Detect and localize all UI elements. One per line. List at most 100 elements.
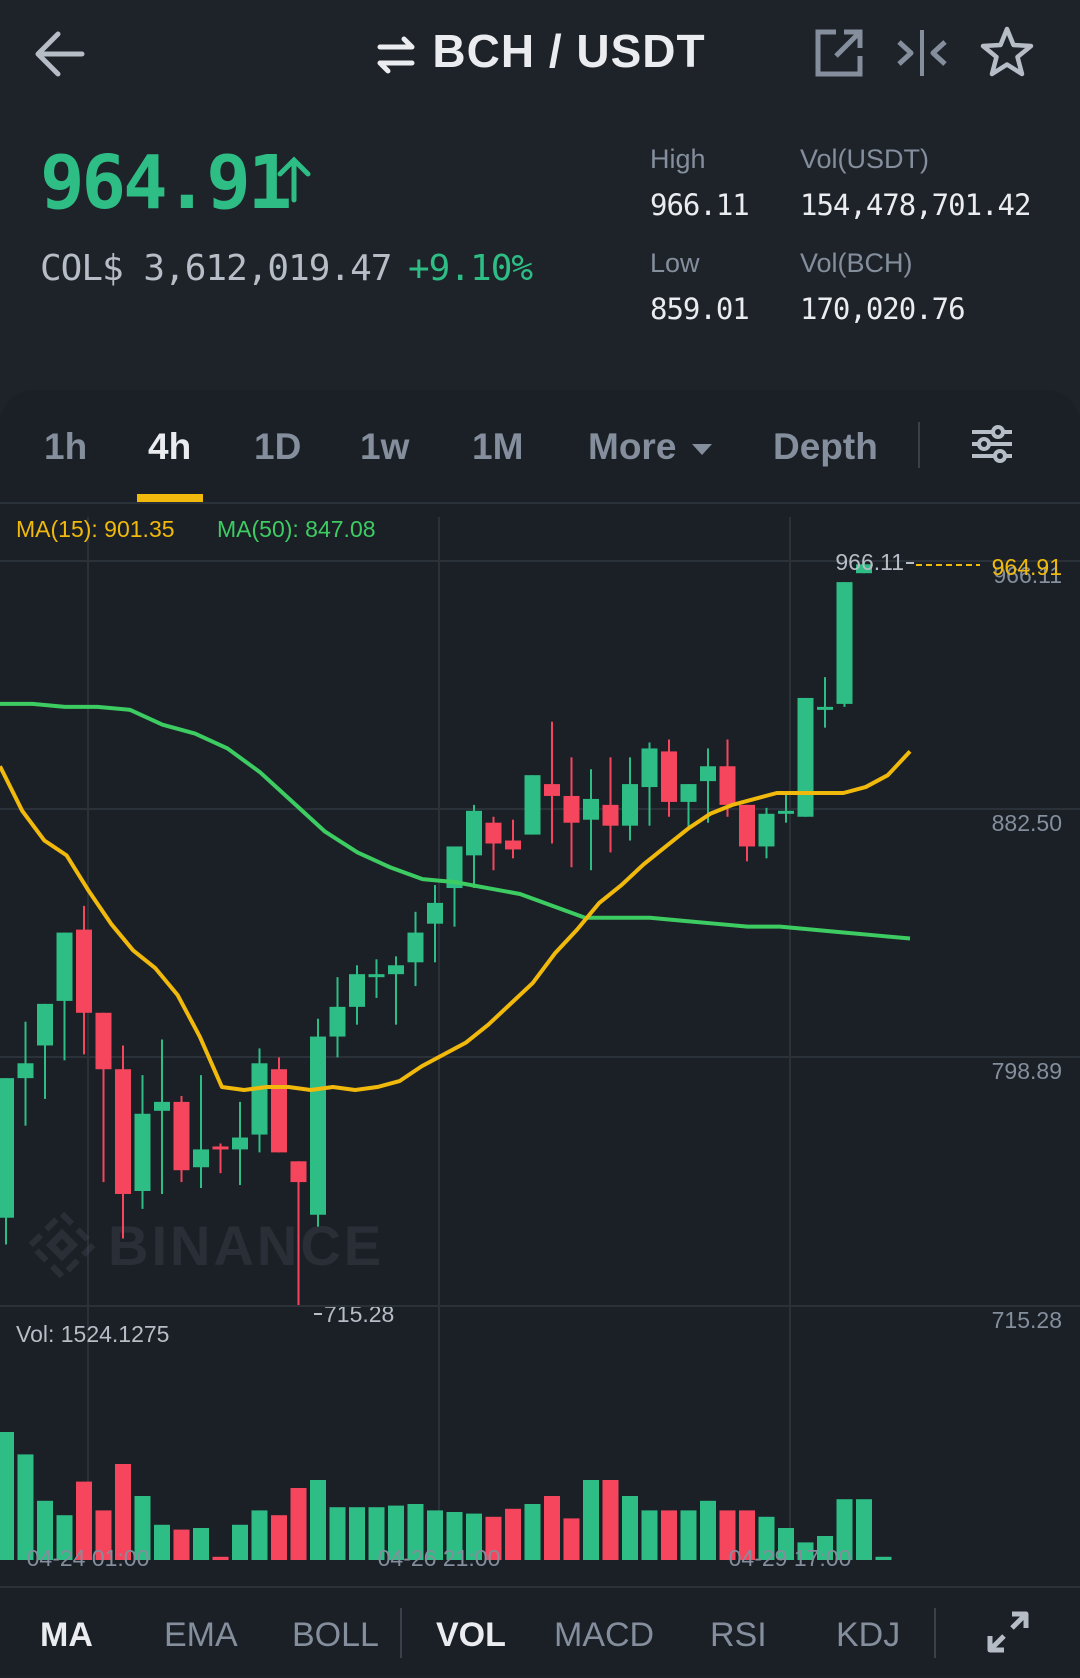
- volume-bar: [173, 1529, 190, 1560]
- volume-bar: [251, 1510, 268, 1560]
- indicator-divider: [400, 1608, 402, 1658]
- candle: [95, 1012, 112, 1183]
- price-tick: 715.28: [992, 1307, 1062, 1333]
- low-label: Low: [650, 248, 700, 278]
- candle: [134, 1075, 151, 1209]
- up-arrow-icon: [277, 156, 311, 203]
- last-price: 964.91: [40, 140, 292, 226]
- candle: [641, 742, 658, 826]
- star-icon[interactable]: [978, 24, 1036, 82]
- volume-bar: [290, 1488, 307, 1560]
- tab-more[interactable]: More: [588, 426, 713, 468]
- time-label: 04-29 17:00: [729, 1545, 852, 1571]
- candle: [563, 757, 580, 868]
- tab-1m[interactable]: 1M: [472, 426, 523, 468]
- volume-bar: [0, 1432, 14, 1560]
- more-label: More: [588, 426, 677, 467]
- indicator-bar: MA EMA BOLL VOL MACD RSI KDJ: [0, 1586, 1080, 1678]
- pair-title: BCH / USDT: [432, 25, 706, 77]
- price-tick: 798.89: [992, 1058, 1062, 1084]
- tabs-divider: [918, 422, 920, 468]
- volume-bar: [544, 1496, 560, 1560]
- candle: [661, 739, 677, 817]
- low-marker-label: 715.28: [324, 1301, 394, 1327]
- candle: [836, 582, 853, 707]
- caret-down-icon: [691, 444, 712, 456]
- change-percent: +9.10%: [408, 248, 533, 289]
- tab-1h[interactable]: 1h: [44, 426, 87, 468]
- candle: [622, 757, 638, 841]
- price-tick: 882.50: [992, 810, 1062, 836]
- candle: [232, 1101, 248, 1186]
- last-price-marker: 964.91: [992, 554, 1062, 580]
- indicator-kdj[interactable]: KDJ: [836, 1616, 900, 1655]
- volume-legend: Vol: 1524.1275: [16, 1321, 169, 1347]
- candle: [271, 1057, 287, 1153]
- fullscreen-icon[interactable]: [984, 1608, 1032, 1656]
- candle: [466, 804, 482, 889]
- indicator-macd[interactable]: MACD: [554, 1616, 654, 1655]
- candle: [115, 1045, 131, 1239]
- candle: [349, 965, 365, 1025]
- candle: [446, 846, 463, 927]
- candle: [505, 819, 521, 859]
- candle: [329, 977, 346, 1058]
- high-value: 966.11: [650, 188, 750, 222]
- indicator-vol[interactable]: VOL: [436, 1616, 506, 1655]
- high-marker-label: 966.11: [835, 549, 904, 575]
- indicator-boll[interactable]: BOLL: [292, 1616, 379, 1655]
- volume-bar: [349, 1507, 365, 1560]
- candle: [739, 804, 755, 862]
- candle: [193, 1075, 209, 1189]
- candle: [368, 959, 385, 998]
- indicator-ema[interactable]: EMA: [164, 1616, 238, 1655]
- candle: [758, 807, 775, 859]
- tab-1w[interactable]: 1w: [360, 426, 409, 468]
- chart-settings-icon[interactable]: [968, 420, 1016, 468]
- volume-bar: [661, 1510, 677, 1560]
- candle: [388, 956, 404, 1025]
- volume-bar: [505, 1508, 521, 1560]
- high-label: High: [650, 144, 706, 174]
- candle: [680, 784, 697, 829]
- candle: [173, 1095, 190, 1183]
- low-value: 859.01: [650, 292, 750, 326]
- candle: [0, 1078, 14, 1245]
- candle: [17, 1021, 34, 1126]
- candle: [251, 1048, 268, 1153]
- time-label: 04-26 21:00: [378, 1545, 501, 1571]
- candle: [37, 1003, 53, 1099]
- tab-depth[interactable]: Depth: [773, 426, 878, 468]
- candle: [602, 757, 619, 853]
- volume-bar: [193, 1528, 209, 1560]
- volume-bar: [602, 1480, 619, 1560]
- volume-bar: [700, 1500, 716, 1560]
- volume-bar: [154, 1524, 170, 1560]
- volume-bar: [271, 1515, 287, 1560]
- tab-4h[interactable]: 4h: [148, 426, 191, 468]
- indicator-rsi[interactable]: RSI: [710, 1616, 767, 1655]
- volume-bar: [641, 1510, 658, 1560]
- indicator-ma[interactable]: MA: [40, 1616, 93, 1655]
- tab-1d[interactable]: 1D: [254, 426, 301, 468]
- vol-base-label: Vol(BCH): [800, 248, 913, 278]
- candle: [154, 1039, 170, 1194]
- watermark-text: BINANCE: [108, 1214, 384, 1277]
- candle: [583, 769, 599, 871]
- top-bar: BCH / USDT: [0, 0, 1080, 110]
- external-link-icon[interactable]: [810, 24, 868, 82]
- vol-base-value: 170,020.76: [800, 292, 966, 326]
- candle: [778, 792, 794, 823]
- volume-bar: [856, 1499, 872, 1560]
- time-label: 04-24 01:00: [27, 1545, 150, 1571]
- split-compare-icon[interactable]: [893, 24, 951, 82]
- ma15-legend: MA(15): 901.35: [16, 516, 175, 542]
- candle: [310, 1018, 326, 1227]
- chart-panel: 1h 4h 1D 1w 1M More Depth BINANCE MA(15)…: [0, 390, 1080, 1676]
- indicator-divider: [934, 1608, 936, 1658]
- fiat-value: COL$ 3,612,019.47: [40, 248, 392, 289]
- candle: [817, 677, 833, 728]
- candlestick-chart[interactable]: BINANCE MA(15): 901.35 MA(50): 847.08 96…: [0, 502, 1080, 1576]
- candle: [76, 905, 92, 1055]
- volume-bar: [563, 1518, 580, 1560]
